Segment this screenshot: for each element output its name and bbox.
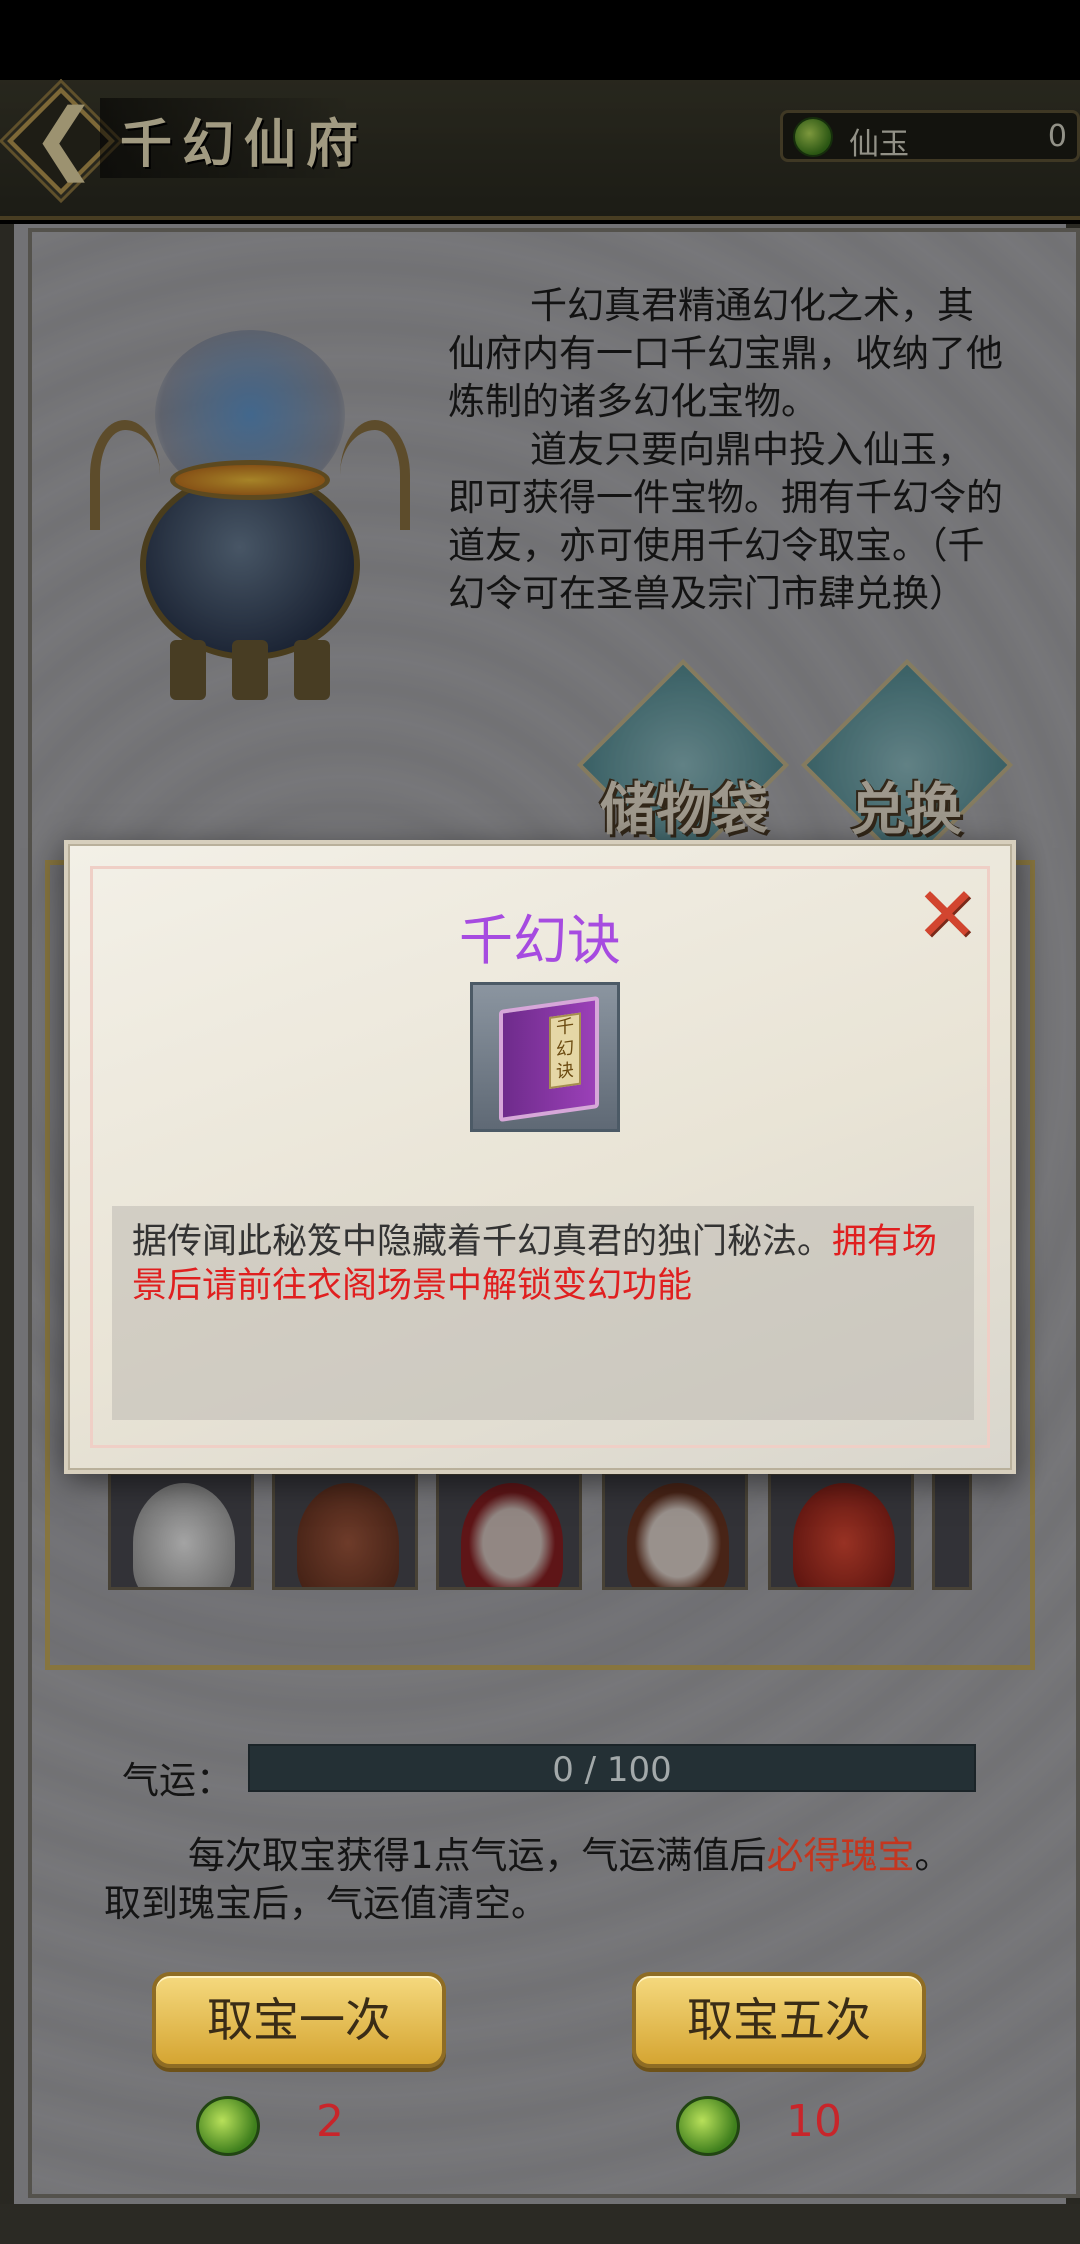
luck-progress-text: 0 / 100 bbox=[552, 1750, 672, 1790]
close-icon[interactable]: ✕ bbox=[912, 877, 982, 953]
draw-five-button[interactable]: 取宝五次 bbox=[632, 1972, 926, 2068]
description-text: 据传闻此秘笈中隐藏着千幻真君的独门秘法。 bbox=[132, 1222, 833, 1262]
draw-once-cost: 2 bbox=[316, 2096, 344, 2147]
luck-label: 气运： bbox=[122, 1759, 233, 1802]
item-icon-slot: 千幻诀 bbox=[470, 982, 620, 1132]
draw-once-button[interactable]: 取宝一次 bbox=[152, 1972, 446, 2068]
rule-text-guaranteed: 必得瑰宝 bbox=[766, 1834, 915, 1877]
bottom-bar bbox=[0, 2204, 1080, 2244]
item-detail-dialog: 千幻诀 ✕ 千幻诀 据传闻此秘笈中隐藏着千幻真君的独门秘法。拥有场景后请前往衣阁… bbox=[64, 840, 1016, 1474]
luck-rule: 每次取宝获得1点气运，气运满值后必得瑰宝。取到瑰宝后，气运值清空。 bbox=[104, 1832, 984, 1928]
luck-progress-bar: 0 / 100 bbox=[248, 1744, 976, 1792]
dialog-title: 千幻诀 bbox=[459, 909, 621, 972]
jade-icon bbox=[196, 2096, 260, 2156]
dialog-description-box: 据传闻此秘笈中隐藏着千幻真君的独门秘法。拥有场景后请前往衣阁场景中解锁变幻功能 bbox=[112, 1206, 974, 1420]
book-icon: 千幻诀 bbox=[499, 995, 599, 1123]
rule-text-1: 每次取宝获得1点气运，气运满值后 bbox=[188, 1834, 767, 1877]
book-title-strip: 千幻诀 bbox=[549, 1012, 581, 1089]
dialog-description: 据传闻此秘笈中隐藏着千幻真君的独门秘法。拥有场景后请前往衣阁场景中解锁变幻功能 bbox=[132, 1220, 962, 1308]
status-bar bbox=[0, 0, 1080, 80]
draw-five-cost: 10 bbox=[786, 2096, 842, 2147]
jade-icon bbox=[676, 2096, 740, 2156]
